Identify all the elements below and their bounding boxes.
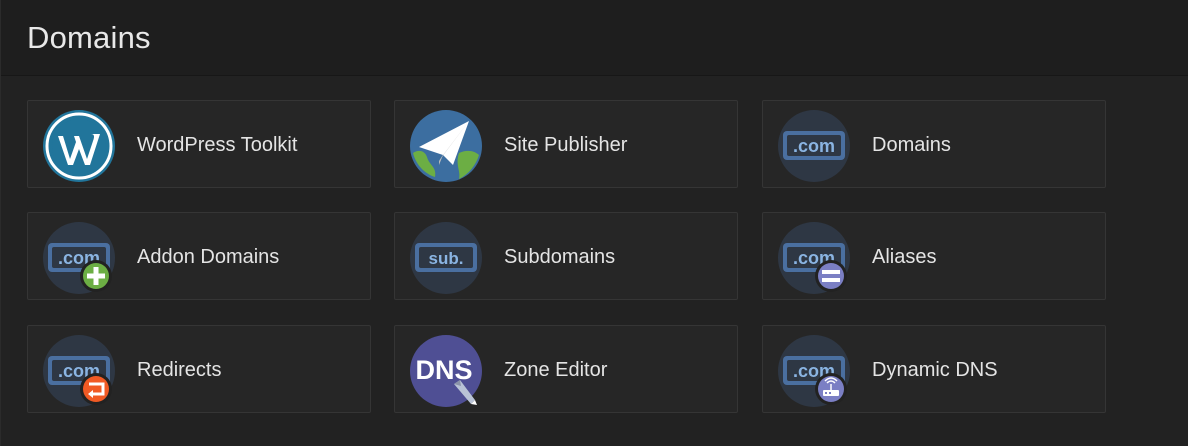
tool-label: Zone Editor	[504, 359, 608, 381]
panel-body: WordPress Toolkit Site Publisher .com Do…	[1, 77, 1188, 446]
panel-header: Domains	[1, 0, 1188, 76]
tool-wordpress-toolkit[interactable]: WordPress Toolkit	[27, 100, 371, 188]
redirects-icon: .com	[42, 334, 116, 408]
tool-label: Dynamic DNS	[872, 359, 998, 381]
subdomains-icon: sub.	[409, 221, 483, 295]
dns-text: DNS	[415, 355, 472, 385]
tool-dynamic-dns[interactable]: .com Dynamic DNS	[762, 325, 1106, 413]
tool-aliases[interactable]: .com Aliases	[762, 212, 1106, 300]
domains-icon: .com	[777, 109, 851, 183]
tool-label: Redirects	[137, 359, 222, 381]
tool-label: Subdomains	[504, 246, 616, 268]
aliases-icon: .com	[777, 221, 851, 295]
wordpress-icon	[42, 109, 116, 183]
domains-panel: Domains WordPress Toolkit Site Publisher…	[0, 0, 1188, 446]
tool-domains[interactable]: .com Domains	[762, 100, 1106, 188]
sub-text: sub.	[429, 249, 464, 268]
tool-addon-domains[interactable]: .com Addon Domains	[27, 212, 371, 300]
com-text: .com	[793, 136, 835, 156]
tool-label: Addon Domains	[137, 246, 280, 268]
tool-site-publisher[interactable]: Site Publisher	[394, 100, 738, 188]
tool-zone-editor[interactable]: DNS Zone Editor	[394, 325, 738, 413]
site-publisher-icon	[409, 109, 483, 183]
tool-label: Aliases	[872, 246, 937, 268]
zone-editor-icon: DNS	[409, 334, 483, 408]
addon-domains-icon: .com	[42, 221, 116, 295]
dynamic-dns-icon: .com	[777, 334, 851, 408]
tool-label: Domains	[872, 134, 951, 156]
tool-label: Site Publisher	[504, 134, 628, 156]
panel-title: Domains	[27, 20, 151, 55]
tool-redirects[interactable]: .com Redirects	[27, 325, 371, 413]
tool-subdomains[interactable]: sub. Subdomains	[394, 212, 738, 300]
tool-label: WordPress Toolkit	[137, 134, 298, 156]
